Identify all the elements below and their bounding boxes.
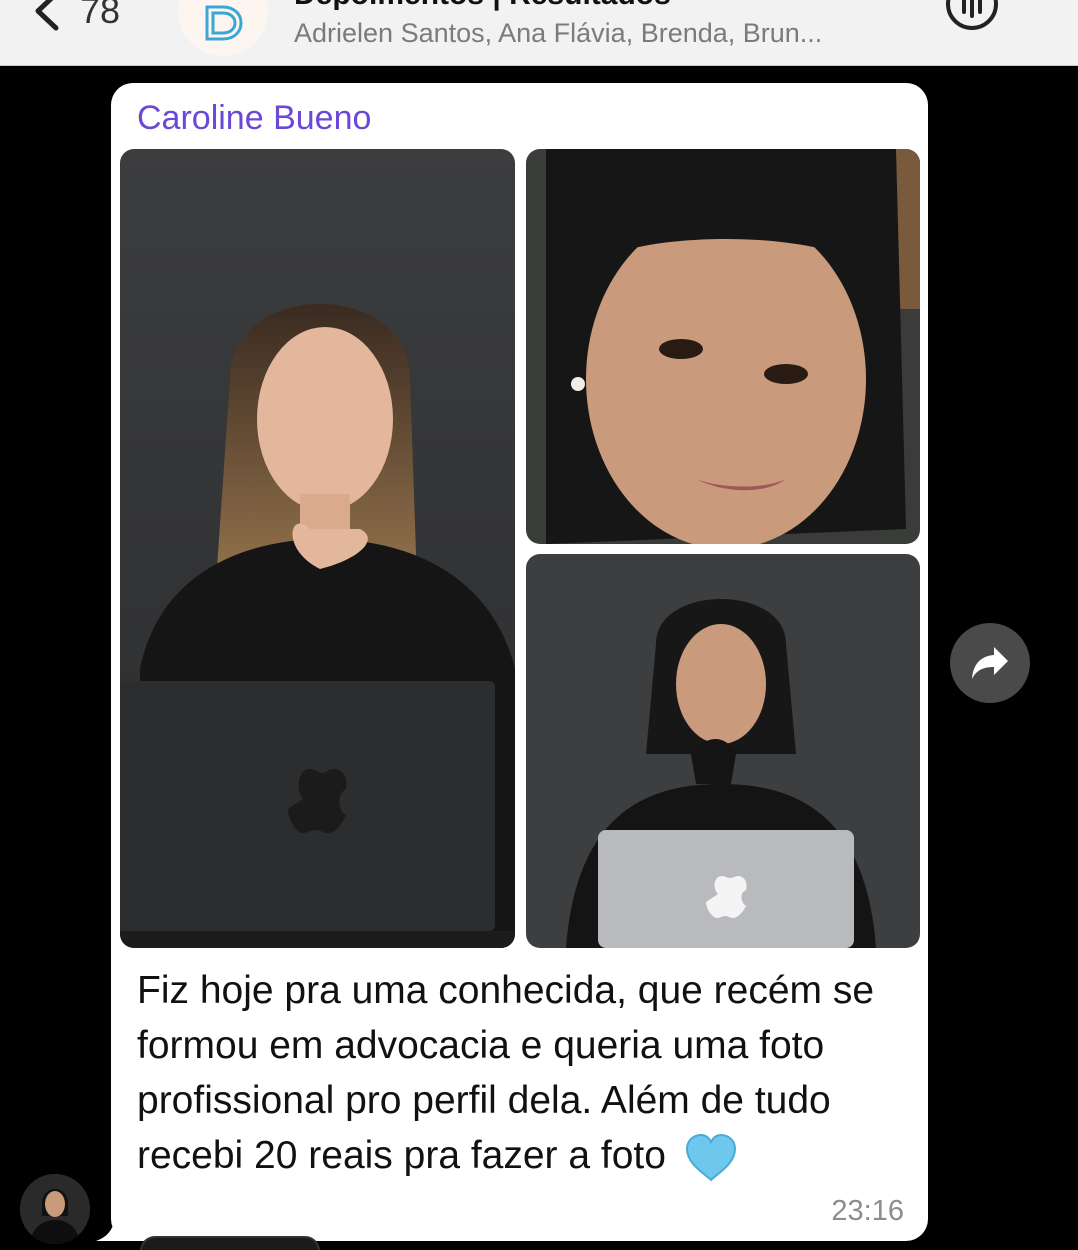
blue-heart-icon (685, 1133, 736, 1182)
back-button[interactable]: 78 (30, 0, 120, 36)
photo-1[interactable] (120, 149, 515, 948)
share-button[interactable] (950, 623, 1030, 703)
reaction-bar[interactable] (140, 1236, 320, 1250)
call-icon[interactable] (944, 0, 1000, 34)
portrait-photo-laptop (120, 149, 515, 948)
chat-participants[interactable]: Adrielen Santos, Ana Flávia, Brenda, Bru… (294, 18, 914, 49)
photo-3[interactable] (526, 554, 920, 948)
selfie-photo (526, 149, 920, 544)
avatar (20, 1174, 90, 1244)
chevron-left-icon (35, 0, 59, 31)
sender-name[interactable]: Caroline Bueno (137, 99, 371, 138)
group-avatar[interactable] (178, 0, 268, 56)
group-logo-icon (205, 5, 243, 41)
chat-title[interactable]: Depoimentos | Resultados (294, 0, 671, 12)
message-bubble[interactable]: Caroline Bueno Fiz hoje pra uma conhecid… (111, 83, 928, 1241)
message-text: Fiz hoje pra uma conhecida, que recém se… (137, 963, 907, 1183)
share-arrow-icon (972, 647, 1008, 679)
professional-portrait-photo (526, 554, 920, 948)
unread-count: 78 (80, 0, 121, 31)
chat-header: 78 Depoimentos | Resultados Adrielen San… (0, 0, 1078, 66)
sender-avatar[interactable] (20, 1174, 90, 1244)
message-body: Fiz hoje pra uma conhecida, que recém se… (137, 969, 875, 1177)
photo-2[interactable] (526, 149, 920, 544)
message-time: 23:16 (831, 1195, 904, 1227)
